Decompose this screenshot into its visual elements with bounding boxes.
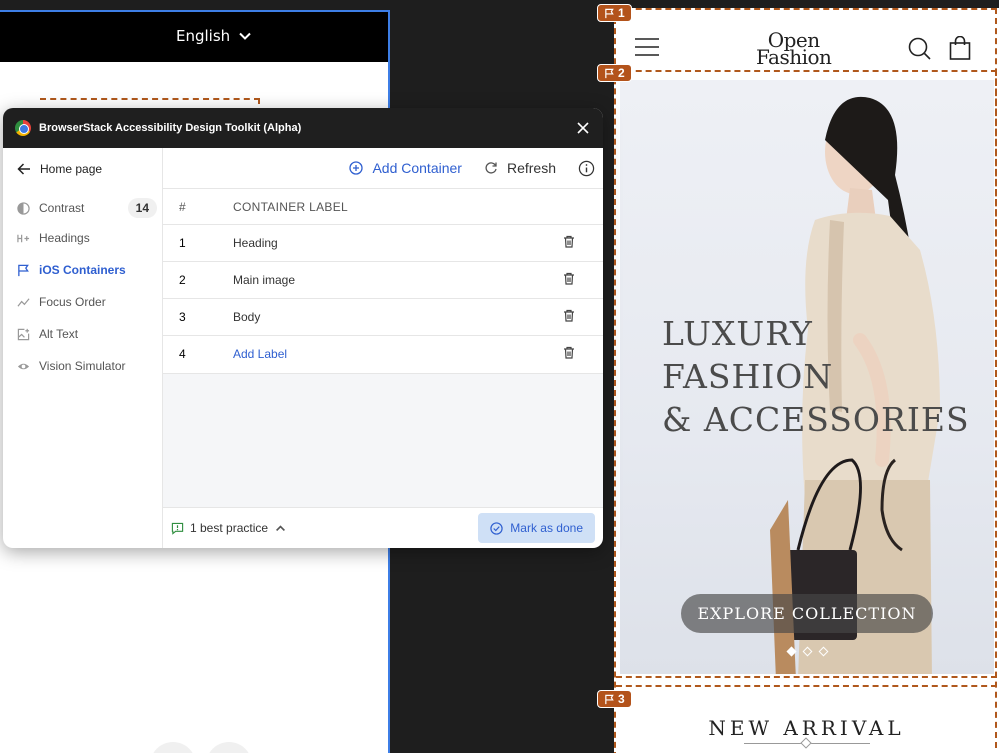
flag-icon (605, 8, 614, 18)
trash-icon (564, 309, 574, 322)
eye-icon (17, 363, 30, 369)
table-header-row: # CONTAINER LABEL (163, 188, 603, 225)
sidebar-item-headings[interactable]: Headings (17, 231, 157, 245)
pager-next-button[interactable] (206, 742, 252, 753)
plus-circle-icon (349, 161, 364, 175)
right-artboard: Open Fashion LUXURY FASHION & ACCESSORIE… (614, 8, 999, 753)
count-badge: 14 (127, 198, 157, 218)
column-header-actions (563, 188, 603, 225)
container-outline-3 (616, 685, 997, 699)
sidebar-item-label: Focus Order (39, 295, 106, 309)
table-empty-area (163, 373, 603, 507)
arrow-left-icon (17, 163, 30, 175)
logo-line-2: Fashion (756, 45, 832, 69)
trash-icon (564, 235, 574, 248)
shopping-bag-icon[interactable] (949, 36, 971, 60)
panel-footer: 1 best practice Mark as done (163, 507, 603, 548)
panel-main: Add Container Refresh # CONTAINER LABEL (163, 148, 603, 548)
container-tag-number: 3 (618, 692, 625, 706)
best-practice-toggle[interactable]: 1 best practice (171, 521, 287, 535)
language-selector[interactable]: English (176, 27, 252, 45)
add-label-link[interactable]: Add Label (233, 335, 563, 373)
row-number: 1 (163, 224, 233, 262)
refresh-label: Refresh (506, 160, 556, 176)
flag-icon (605, 68, 614, 78)
site-header: Open Fashion (616, 8, 997, 70)
table-row[interactable]: 3 Body (163, 298, 603, 336)
column-header-label: CONTAINER LABEL (233, 188, 563, 225)
language-label: English (176, 27, 231, 45)
menu-icon[interactable] (634, 38, 660, 56)
flag-icon (18, 264, 29, 276)
panel-body: Home page Contrast 14 Headings iOS Conta… (3, 148, 603, 548)
container-tag-2[interactable]: 2 (597, 64, 632, 82)
delete-button[interactable] (563, 261, 603, 299)
container-label[interactable]: Main image (233, 261, 563, 299)
table-row[interactable]: 2 Main image (163, 261, 603, 299)
pager-controls (150, 742, 252, 753)
sidebar-item-label: Contrast (39, 201, 85, 215)
sidebar-item-label: Headings (39, 231, 90, 245)
container-outline-2 (616, 70, 997, 678)
container-label[interactable]: Body (233, 298, 563, 336)
info-icon[interactable] (578, 160, 595, 177)
delete-button[interactable] (563, 335, 603, 373)
mark-as-done-button[interactable]: Mark as done (478, 513, 595, 543)
add-container-label: Add Container (372, 160, 462, 176)
panel-header: BrowserStack Accessibility Design Toolki… (3, 108, 603, 148)
logo[interactable]: Open Fashion (756, 30, 832, 69)
trash-icon (564, 347, 574, 359)
container-table: # CONTAINER LABEL 1 Heading 2 Main image (163, 188, 603, 373)
container-tag-1[interactable]: 1 (597, 4, 632, 22)
row-number: 4 (163, 335, 233, 373)
pager-prev-button[interactable] (150, 742, 196, 753)
delete-button[interactable] (563, 224, 603, 262)
new-arrival-heading: NEW ARRIVAL (708, 716, 905, 740)
search-icon[interactable] (908, 37, 932, 61)
container-tag-number: 1 (618, 6, 625, 20)
sidebar-item-focus-order[interactable]: Focus Order (17, 295, 157, 309)
row-number: 2 (163, 261, 233, 299)
sidebar-item-vision-simulator[interactable]: Vision Simulator (17, 359, 157, 373)
container-tag-number: 2 (618, 66, 625, 80)
sidebar-item-contrast[interactable]: Contrast 14 (17, 198, 157, 218)
toolkit-panel: BrowserStack Accessibility Design Toolki… (3, 108, 603, 548)
container-label[interactable]: Heading (233, 224, 563, 262)
check-circle-icon (490, 521, 503, 535)
trash-icon (564, 272, 574, 285)
sidebar-item-ios-containers[interactable]: iOS Containers (17, 263, 157, 277)
trend-icon (17, 297, 30, 307)
sidebar-item-alt-text[interactable]: Alt Text (17, 327, 157, 341)
sidebar-item-label: iOS Containers (39, 263, 126, 277)
panel-title: BrowserStack Accessibility Design Toolki… (39, 122, 302, 134)
image-plus-icon (17, 328, 30, 340)
flag-icon (605, 694, 614, 704)
best-practice-label: 1 best practice (190, 521, 269, 535)
refresh-button[interactable]: Refresh (484, 160, 556, 176)
delete-button[interactable] (563, 298, 603, 336)
back-label: Home page (40, 162, 103, 176)
close-icon[interactable] (575, 120, 591, 136)
sidebar-item-label: Alt Text (39, 327, 79, 341)
sidebar-item-label: Vision Simulator (39, 359, 126, 373)
top-bar: English (0, 12, 388, 62)
column-header-number: # (163, 188, 233, 225)
refresh-icon (485, 162, 497, 174)
table-row[interactable]: 1 Heading (163, 224, 603, 262)
contrast-icon (17, 201, 30, 215)
panel-sidebar: Home page Contrast 14 Headings iOS Conta… (3, 148, 163, 548)
chevron-up-icon (276, 524, 286, 531)
table-row[interactable]: 4 Add Label (163, 335, 603, 373)
chevron-down-icon (239, 32, 251, 40)
panel-toolbar: Add Container Refresh (163, 148, 603, 188)
mark-as-done-label: Mark as done (510, 521, 583, 535)
chrome-logo-icon (15, 120, 31, 136)
container-tag-3[interactable]: 3 (597, 690, 632, 708)
back-to-home[interactable]: Home page (17, 162, 102, 176)
headings-icon (17, 234, 30, 242)
add-container-button[interactable]: Add Container (349, 160, 462, 176)
row-number: 3 (163, 298, 233, 336)
message-alert-icon (171, 522, 184, 535)
